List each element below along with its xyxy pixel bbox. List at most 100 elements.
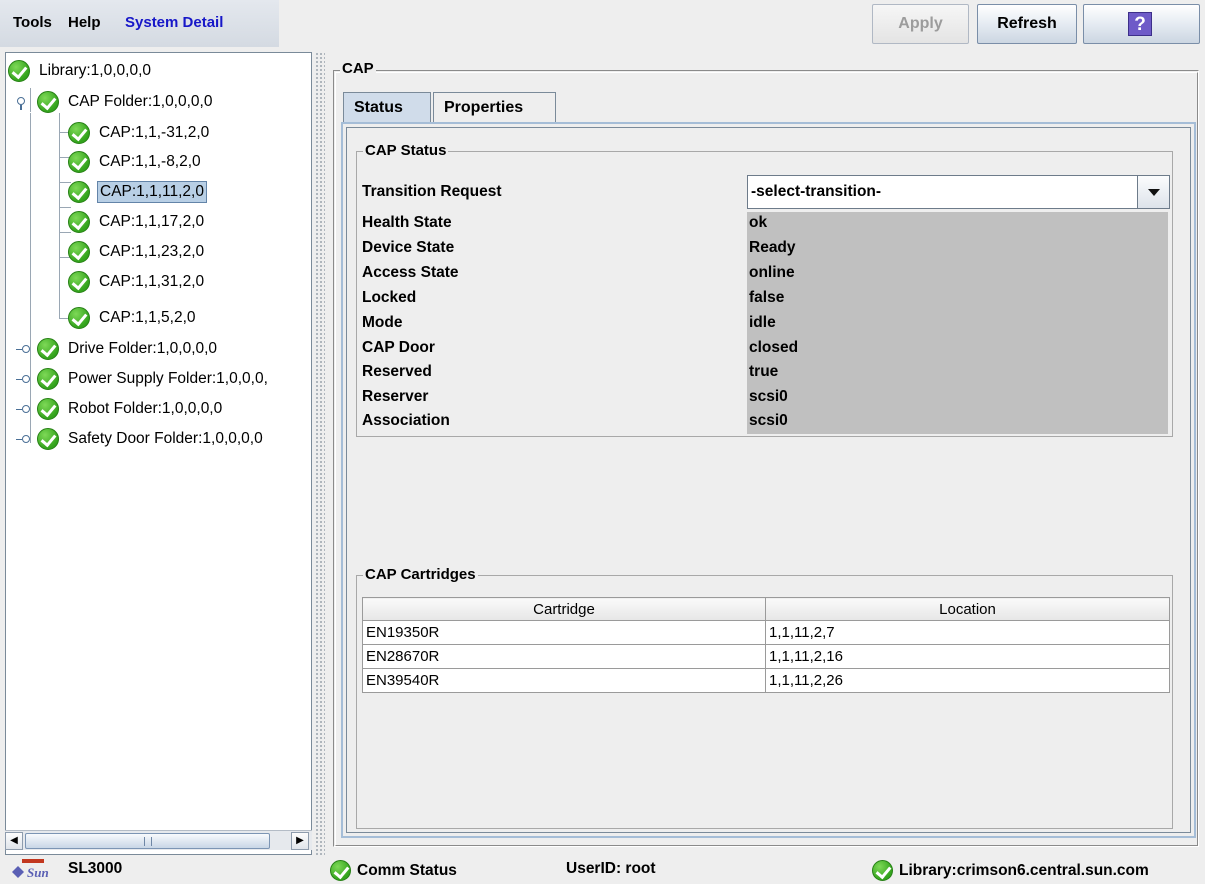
chevron-down-icon[interactable] xyxy=(1137,176,1169,208)
field-value: closed xyxy=(749,339,799,356)
comm-status[interactable]: Comm Status xyxy=(330,860,457,881)
field-value: true xyxy=(749,363,779,380)
menu-system-detail[interactable]: System Detail xyxy=(125,14,223,31)
tree-connector xyxy=(30,113,31,443)
tree-item-label: Library:1,0,0,0,0 xyxy=(39,62,152,79)
ok-status-icon xyxy=(37,338,59,360)
status-values-background xyxy=(747,212,1168,434)
menu-help[interactable]: Help xyxy=(68,14,101,31)
expand-handle-icon[interactable] xyxy=(16,404,30,414)
split-pane-divider[interactable] xyxy=(315,52,325,855)
tree-horizontal-scrollbar[interactable]: ◀ ▶ xyxy=(5,830,312,850)
tree-item-label: Robot Folder:1,0,0,0,0 xyxy=(68,400,223,417)
ok-status-icon xyxy=(8,60,30,82)
location-cell: 1,1,11,2,7 xyxy=(765,620,1170,645)
tree-item-cap[interactable]: CAP:1,1,-8,2,0 xyxy=(68,148,203,176)
field-value: Ready xyxy=(749,239,796,256)
field-label: Device State xyxy=(362,239,455,256)
tree-item-label: CAP:1,1,5,2,0 xyxy=(99,309,196,326)
cap-cartridges-title: CAP Cartridges xyxy=(363,566,478,583)
tree-item-label: CAP:1,1,23,2,0 xyxy=(99,243,205,260)
column-header-location[interactable]: Location xyxy=(765,597,1170,621)
ok-status-icon xyxy=(68,151,90,173)
tree-item-safety-door-folder[interactable]: Safety Door Folder:1,0,0,0,0 xyxy=(37,425,265,453)
table-row[interactable]: EN39540R 1,1,11,2,26 xyxy=(362,668,1170,693)
ok-status-icon xyxy=(37,368,59,390)
field-label: Reserved xyxy=(362,363,432,380)
tab-status[interactable]: Status xyxy=(343,92,431,125)
tree-connector xyxy=(59,113,60,318)
tree-item-cap[interactable]: CAP:1,1,23,2,0 xyxy=(68,238,206,266)
cartridge-cell: EN28670R xyxy=(362,644,766,669)
ok-status-icon xyxy=(68,181,90,203)
tree-item-cap-folder[interactable]: CAP Folder:1,0,0,0,0 xyxy=(37,88,214,116)
cartridges-table: Cartridge Location EN19350R 1,1,11,2,7 E… xyxy=(362,597,1170,693)
tree-item-label: Drive Folder:1,0,0,0,0 xyxy=(68,340,218,357)
ok-status-icon xyxy=(872,860,893,881)
help-button[interactable]: ? xyxy=(1083,4,1200,44)
tree-item-label: CAP:1,1,-8,2,0 xyxy=(99,153,201,170)
tree-item-cap[interactable]: CAP:1,1,-31,2,0 xyxy=(68,119,211,147)
ok-status-icon xyxy=(68,211,90,233)
field-label: Association xyxy=(362,412,450,429)
cartridge-cell: EN39540R xyxy=(362,668,766,693)
tree-item-cap[interactable]: CAP:1,1,31,2,0 xyxy=(68,268,206,296)
tree-item-label: CAP:1,1,11,2,0 xyxy=(97,181,207,203)
tab-properties[interactable]: Properties xyxy=(433,92,556,123)
tree-item-cap[interactable]: CAP:1,1,17,2,0 xyxy=(68,208,206,236)
field-label: Health State xyxy=(362,214,452,231)
user-id: UserID: root xyxy=(566,860,656,877)
apply-button[interactable]: Apply xyxy=(872,4,969,44)
comm-status-label: Comm Status xyxy=(357,861,457,879)
help-icon: ? xyxy=(1128,12,1152,36)
ok-status-icon xyxy=(68,307,90,329)
tree-item-cap[interactable]: CAP:1,1,5,2,0 xyxy=(68,304,198,332)
field-label: Locked xyxy=(362,289,417,306)
table-row[interactable]: EN28670R 1,1,11,2,16 xyxy=(362,644,1170,669)
ok-status-icon xyxy=(37,398,59,420)
table-row[interactable]: EN19350R 1,1,11,2,7 xyxy=(362,620,1170,645)
tree-item-cap-selected[interactable]: CAP:1,1,11,2,0 xyxy=(68,178,207,206)
field-value: ok xyxy=(749,214,768,231)
tree-item-label: CAP Folder:1,0,0,0,0 xyxy=(68,93,213,110)
ok-status-icon xyxy=(37,428,59,450)
ok-status-icon xyxy=(68,271,90,293)
ok-status-icon xyxy=(37,91,59,113)
field-label: Reserver xyxy=(362,388,429,405)
menu-tools[interactable]: Tools xyxy=(13,14,52,31)
field-label: Access State xyxy=(362,264,459,281)
tree-item-label: CAP:1,1,17,2,0 xyxy=(99,213,205,230)
column-header-cartridge[interactable]: Cartridge xyxy=(362,597,766,621)
scroll-right-icon[interactable]: ▶ xyxy=(291,832,309,850)
collapse-handle-icon[interactable] xyxy=(16,97,26,110)
field-value: false xyxy=(749,289,785,306)
transition-request-value: -select-transition- xyxy=(751,183,882,200)
scroll-thumb[interactable] xyxy=(25,833,270,849)
tree-item-label: Power Supply Folder:1,0,0,0, xyxy=(68,370,268,387)
field-label: Mode xyxy=(362,314,403,331)
expand-handle-icon[interactable] xyxy=(16,374,30,384)
tree-item-power-supply-folder[interactable]: Power Supply Folder:1,0,0,0, xyxy=(37,365,270,393)
product-name: SL3000 xyxy=(68,860,123,877)
navigation-tree[interactable]: Library:1,0,0,0,0 CAP Folder:1,0,0,0,0 C… xyxy=(5,52,312,855)
cap-group-title: CAP xyxy=(340,60,376,77)
sun-logo-icon: Sun xyxy=(12,859,49,880)
expand-handle-icon[interactable] xyxy=(16,344,30,354)
cartridge-cell: EN19350R xyxy=(362,620,766,645)
refresh-button[interactable]: Refresh xyxy=(977,4,1077,44)
ok-status-icon xyxy=(68,241,90,263)
library-host-label: Library:crimson6.central.sun.com xyxy=(899,861,1149,879)
tree-item-library[interactable]: Library:1,0,0,0,0 xyxy=(8,57,153,85)
tree-item-label: CAP:1,1,31,2,0 xyxy=(99,273,205,290)
transition-request-select[interactable]: -select-transition- xyxy=(747,175,1170,209)
location-cell: 1,1,11,2,16 xyxy=(765,644,1170,669)
scroll-left-icon[interactable]: ◀ xyxy=(5,832,23,850)
field-value: online xyxy=(749,264,795,281)
expand-handle-icon[interactable] xyxy=(16,434,30,444)
tree-item-robot-folder[interactable]: Robot Folder:1,0,0,0,0 xyxy=(37,395,224,423)
location-cell: 1,1,11,2,26 xyxy=(765,668,1170,693)
tree-item-label: Safety Door Folder:1,0,0,0,0 xyxy=(68,430,263,447)
sun-logo-text: Sun xyxy=(27,865,49,880)
table-header-row: Cartridge Location xyxy=(362,597,1170,621)
tree-item-drive-folder[interactable]: Drive Folder:1,0,0,0,0 xyxy=(37,335,219,363)
